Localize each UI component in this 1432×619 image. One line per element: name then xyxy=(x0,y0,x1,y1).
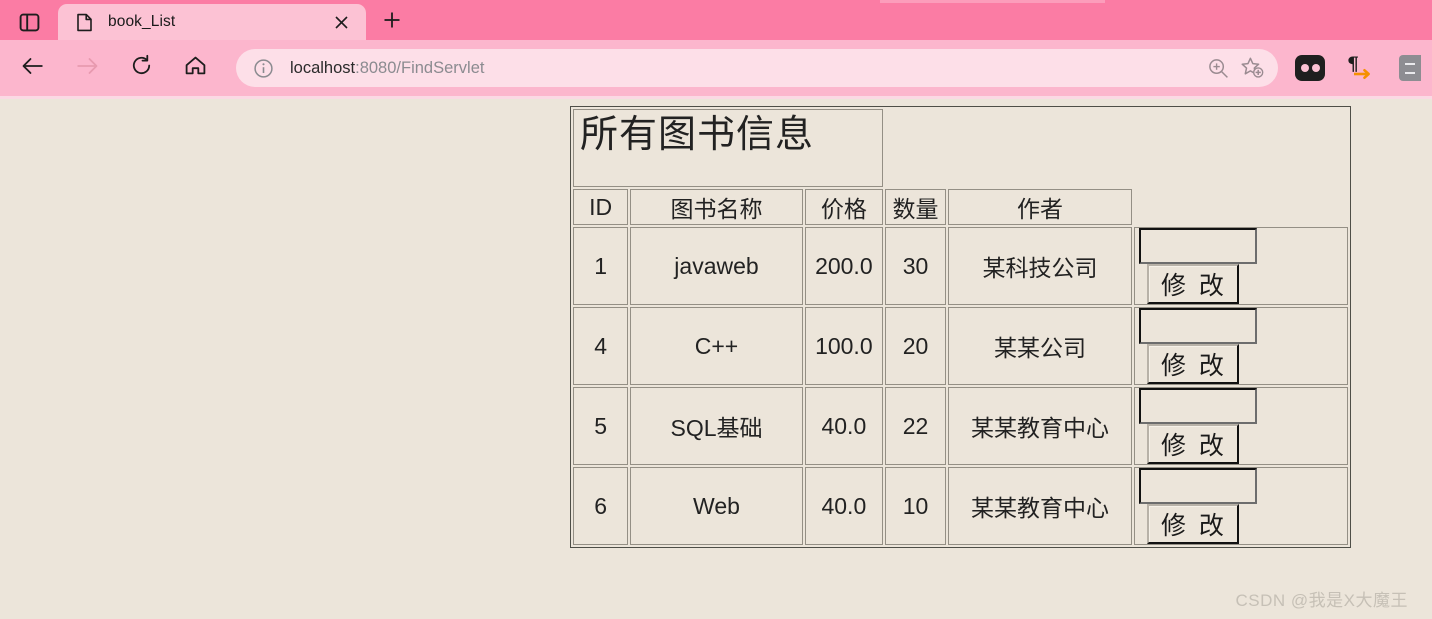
browser-chrome: book_List localhost:8080/FindServlet ¶ xyxy=(0,0,1432,99)
column-header-author: 作者 xyxy=(948,189,1132,225)
quantity-input[interactable] xyxy=(1138,308,1257,344)
modify-button[interactable]: 修 改 xyxy=(1146,504,1239,544)
cell-id: 4 xyxy=(573,307,629,385)
collections-button[interactable] xyxy=(1290,48,1330,88)
modify-button[interactable]: 修 改 xyxy=(1146,424,1239,464)
tab-strip: book_List xyxy=(0,4,1432,40)
back-button[interactable] xyxy=(12,47,54,89)
new-tab-button[interactable] xyxy=(372,4,412,40)
quantity-input[interactable] xyxy=(1138,228,1257,264)
cell-qty: 20 xyxy=(885,307,947,385)
cell-name: Web xyxy=(630,467,803,545)
url-path: :8080/FindServlet xyxy=(355,58,485,77)
cell-qty: 22 xyxy=(885,387,947,465)
cell-id: 5 xyxy=(573,387,629,465)
forward-button xyxy=(66,47,108,89)
modify-button[interactable]: 修 改 xyxy=(1146,264,1239,304)
cell-action: 修 改 xyxy=(1133,227,1348,305)
watermark: CSDN @我是X大魔王 xyxy=(1235,591,1408,610)
column-header-price: 价格 xyxy=(804,189,884,225)
table-row: 4 C++ 100.0 20 某某公司 修 改 xyxy=(573,307,1348,385)
home-icon xyxy=(184,55,207,81)
page-title: 所有图书信息 xyxy=(573,109,884,187)
page-content: 所有图书信息 ID 图书名称 价格 数量 作者 1 javaweb 200.0 … xyxy=(0,99,1432,619)
url-host: localhost xyxy=(290,58,356,77)
cell-price: 200.0 xyxy=(804,227,884,305)
zoom-in-icon[interactable] xyxy=(1202,52,1234,84)
cell-author: 某某教育中心 xyxy=(948,387,1132,465)
star-add-icon[interactable] xyxy=(1236,52,1268,84)
forward-arrow-icon xyxy=(75,56,99,81)
home-button[interactable] xyxy=(174,47,216,89)
tab-actions-button[interactable] xyxy=(0,4,58,40)
table-row: 5 SQL基础 40.0 22 某某教育中心 修 改 xyxy=(573,387,1348,465)
reload-button[interactable] xyxy=(120,47,162,89)
sidebar-icon xyxy=(1399,55,1421,81)
tab-title: book_List xyxy=(108,13,176,30)
cell-action: 修 改 xyxy=(1133,467,1348,545)
sidebar-button[interactable] xyxy=(1386,48,1426,88)
column-header-qty: 数量 xyxy=(885,189,947,225)
cell-id: 1 xyxy=(573,227,629,305)
read-aloud-button[interactable]: ¶ xyxy=(1338,48,1378,88)
table-caption-row: 所有图书信息 xyxy=(573,109,1348,187)
address-bar[interactable]: localhost:8080/FindServlet xyxy=(236,49,1278,87)
reload-icon xyxy=(130,54,153,82)
cell-author: 某某教育中心 xyxy=(948,467,1132,545)
table-row: 1 javaweb 200.0 30 某科技公司 修 改 xyxy=(573,227,1348,305)
window-drag-strip xyxy=(880,0,1105,3)
cell-author: 某某公司 xyxy=(948,307,1132,385)
cell-qty: 10 xyxy=(885,467,947,545)
address-bar-url: localhost:8080/FindServlet xyxy=(290,59,1200,78)
split-panel-icon xyxy=(19,12,40,33)
caption-spacer xyxy=(885,109,1348,187)
cell-action: 修 改 xyxy=(1133,307,1348,385)
column-header-action xyxy=(1133,189,1348,225)
quantity-input[interactable] xyxy=(1138,388,1257,424)
cell-price: 40.0 xyxy=(804,467,884,545)
close-icon[interactable] xyxy=(328,9,354,35)
navigation-toolbar: localhost:8080/FindServlet ¶ xyxy=(0,40,1432,96)
document-icon xyxy=(74,12,94,32)
back-arrow-icon xyxy=(21,56,45,81)
table-header-row: ID 图书名称 价格 数量 作者 xyxy=(573,189,1348,225)
collections-dot-left xyxy=(1300,64,1309,72)
column-header-name: 图书名称 xyxy=(630,189,803,225)
plus-icon xyxy=(382,10,402,35)
table-row: 6 Web 40.0 10 某某教育中心 修 改 xyxy=(573,467,1348,545)
quantity-input[interactable] xyxy=(1138,468,1257,504)
modify-button[interactable]: 修 改 xyxy=(1146,344,1239,384)
cell-name: javaweb xyxy=(630,227,803,305)
info-circle-icon[interactable] xyxy=(250,55,276,81)
browser-tab[interactable]: book_List xyxy=(58,4,366,40)
collections-dot-right xyxy=(1311,64,1320,72)
svg-text:¶: ¶ xyxy=(1347,53,1359,75)
book-list-table: 所有图书信息 ID 图书名称 价格 数量 作者 1 javaweb 200.0 … xyxy=(570,106,1351,548)
cell-author: 某科技公司 xyxy=(948,227,1132,305)
column-header-id: ID xyxy=(573,189,629,225)
cell-name: C++ xyxy=(630,307,803,385)
cell-id: 6 xyxy=(573,467,629,545)
cell-qty: 30 xyxy=(885,227,947,305)
reading-aloud-pilcrow-icon: ¶ xyxy=(1343,51,1373,86)
cell-price: 40.0 xyxy=(804,387,884,465)
cell-action: 修 改 xyxy=(1133,387,1348,465)
cell-name: SQL基础 xyxy=(630,387,803,465)
cell-price: 100.0 xyxy=(804,307,884,385)
collections-icon xyxy=(1295,55,1325,81)
